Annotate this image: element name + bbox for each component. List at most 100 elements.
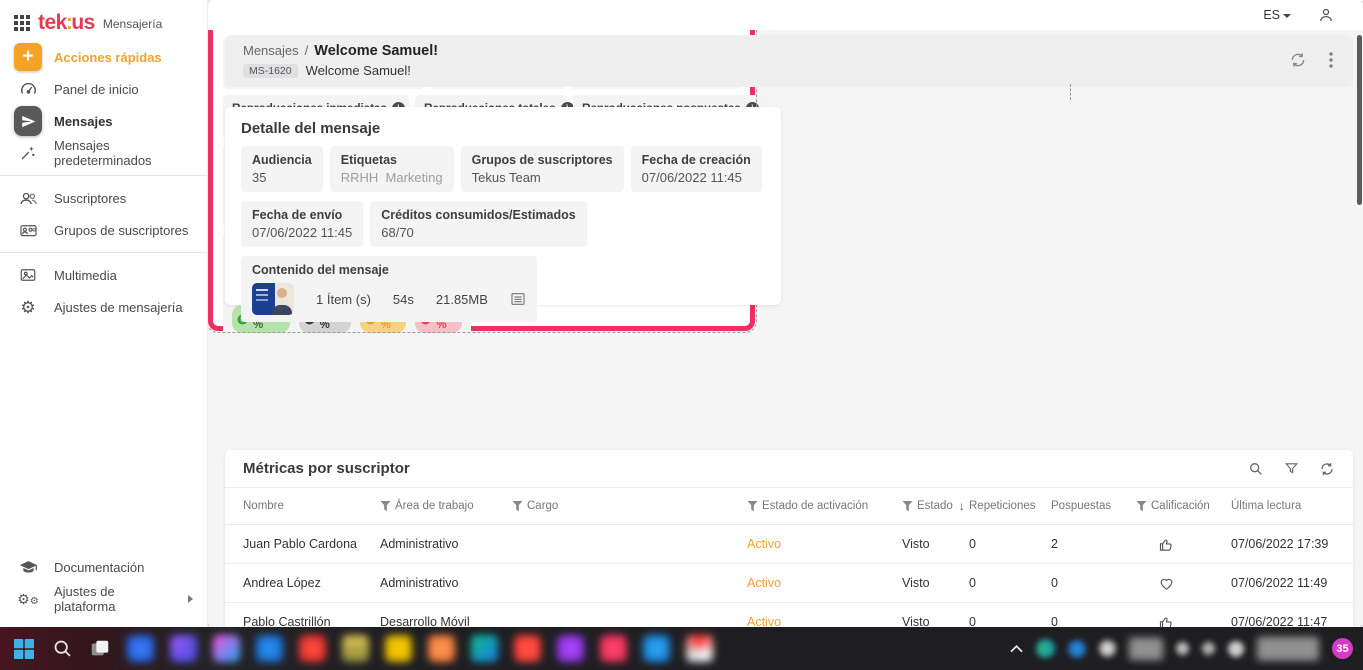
field-contenido-del-mensaje: Contenido del mensaje 1 Ítem (s) 54s 21.… [241, 256, 537, 322]
cell-status: Visto [902, 576, 969, 590]
table-row[interactable]: Pablo Castrillón Desarrollo Móvil Activo… [225, 603, 1353, 627]
column-calificacion[interactable]: Calificación [1136, 500, 1231, 512]
table-row[interactable]: Andrea López Administrativo Activo Visto… [225, 564, 1353, 603]
magic-wand-icon [14, 139, 42, 167]
cell-name: Juan Pablo Cardona [243, 537, 380, 551]
tag: Marketing [386, 170, 443, 185]
top-bar: ES [208, 0, 1363, 30]
user-account-icon[interactable] [1317, 6, 1335, 24]
send-icon [14, 106, 42, 136]
cell-activation: Activo [747, 576, 902, 590]
content-list-icon[interactable] [510, 291, 526, 307]
notification-count-badge[interactable]: 35 [1332, 638, 1353, 659]
message-subtitle: Welcome Samuel! [306, 63, 411, 78]
filter-icon[interactable] [1284, 461, 1299, 476]
cell-status: Visto [902, 537, 969, 551]
taskbar-app-icon[interactable] [256, 635, 283, 662]
taskbar-app-icon[interactable] [127, 635, 154, 662]
sidebar-item-grupos-de-suscriptores[interactable]: Grupos de suscriptores [0, 214, 207, 246]
waffle-menu-icon[interactable] [14, 15, 30, 31]
taskbar-app-icon[interactable] [600, 635, 627, 662]
field-fecha-de-envio: Fecha de envío 07/06/2022 11:45 [241, 201, 363, 247]
taskbar-app-icon[interactable] [557, 635, 584, 662]
field-audiencia: Audiencia 35 [241, 146, 323, 192]
subscriber-groups-icon [14, 216, 42, 244]
kebab-menu-icon[interactable] [1329, 52, 1333, 68]
taskbar-app-icon[interactable] [213, 635, 240, 662]
table-row[interactable]: Juan Pablo Cardona Administrativo Activo… [225, 525, 1353, 564]
cell-postponed: 0 [1051, 615, 1136, 627]
plus-icon [14, 43, 42, 71]
tray-icon[interactable] [1099, 640, 1116, 657]
task-view-icon[interactable] [89, 638, 111, 660]
filter-icon[interactable] [380, 501, 391, 512]
clock-date-blurred[interactable] [1257, 637, 1319, 661]
taskbar-app-icon[interactable] [170, 635, 197, 662]
breadcrumb-parent[interactable]: Mensajes [243, 43, 299, 58]
filter-icon[interactable] [747, 501, 758, 512]
sidebar-item-documentacion[interactable]: Documentación [0, 551, 207, 583]
filter-icon[interactable] [902, 501, 913, 512]
taskbar-app-icon[interactable] [342, 635, 369, 662]
taskbar-app-icon[interactable] [428, 635, 455, 662]
cell-last-read: 07/06/2022 11:49 [1231, 576, 1335, 590]
column-nombre[interactable]: Nombre [243, 500, 380, 512]
tray-chevron-up-icon[interactable] [1010, 644, 1023, 653]
sidebar-item-ajustes-de-plataforma[interactable]: ⚙⚙ Ajustes de plataforma [0, 583, 207, 615]
tag: RRHH [341, 170, 379, 185]
column-area-de-trabajo[interactable]: Área de trabajo [380, 500, 512, 512]
message-id-badge: MS-1620 [243, 64, 298, 78]
breadcrumb-bar: Mensajes / Welcome Samuel! MS-1620 Welco… [225, 35, 1353, 87]
column-estado[interactable]: Estado↓ [902, 499, 969, 513]
sidebar-divider [0, 252, 207, 253]
taskbar-app-icon[interactable] [299, 635, 326, 662]
cell-area: Desarrollo Móvil [380, 615, 512, 627]
sidebar-item-mensajes[interactable]: Mensajes [0, 105, 207, 137]
cell-name: Andrea López [243, 576, 380, 590]
cell-name: Pablo Castrillón [243, 615, 380, 627]
chevron-down-icon [1283, 14, 1291, 18]
sidebar-header: tek:us Mensajería [0, 0, 207, 41]
sidebar-divider [0, 175, 207, 176]
cell-postponed: 2 [1051, 537, 1136, 551]
search-icon[interactable] [1248, 461, 1264, 477]
tray-icon[interactable] [1228, 641, 1244, 657]
tekus-logo: tek:us [38, 12, 95, 33]
sidebar-item-mensajes-predeterminados[interactable]: Mensajes predeterminados [0, 137, 207, 169]
submenu-arrow-icon [188, 595, 193, 603]
tray-icon[interactable] [1202, 642, 1215, 655]
start-button-icon[interactable] [12, 637, 36, 661]
taskbar-search-icon[interactable] [52, 638, 73, 659]
people-icon [14, 184, 42, 212]
refresh-icon[interactable] [1319, 461, 1335, 477]
sidebar-item-ajustes-de-mensajeria[interactable]: ⚙ Ajustes de mensajería [0, 291, 207, 323]
sidebar-item-multimedia[interactable]: Multimedia [0, 259, 207, 291]
thumb-up-icon [1136, 614, 1231, 628]
field-etiquetas: Etiquetas RRHH Marketing [330, 146, 454, 192]
column-repeticiones[interactable]: Repeticiones [969, 500, 1051, 512]
taskbar-app-icon[interactable] [385, 635, 412, 662]
filter-icon[interactable] [1136, 501, 1147, 512]
column-ultima-lectura[interactable]: Última lectura [1231, 500, 1335, 512]
sidebar-item-acciones-rapidas[interactable]: Acciones rápidas [0, 41, 207, 73]
sidebar-item-suscriptores[interactable]: Suscriptores [0, 182, 207, 214]
column-estado-de-activacion[interactable]: Estado de activación [747, 500, 902, 512]
column-cargo[interactable]: Cargo [512, 500, 747, 512]
column-pospuestas[interactable]: Pospuestas [1051, 500, 1136, 512]
tray-icon[interactable] [1036, 639, 1055, 658]
refresh-icon[interactable] [1289, 51, 1307, 69]
tray-icon[interactable] [1176, 642, 1189, 655]
page-scrollbar[interactable] [1357, 35, 1362, 205]
taskbar-app-icon[interactable] [471, 635, 498, 662]
field-grupos-de-suscriptores: Grupos de suscriptores Tekus Team [461, 146, 624, 192]
taskbar-app-icon[interactable] [686, 635, 713, 662]
tray-icon[interactable] [1068, 640, 1086, 658]
sidebar-item-panel-de-inicio[interactable]: Panel de inicio [0, 73, 207, 105]
language-selector[interactable]: ES [1263, 8, 1291, 22]
taskbar-app-icon[interactable] [643, 635, 670, 662]
taskbar-app-icon[interactable] [514, 635, 541, 662]
thumb-up-icon [1136, 536, 1231, 553]
message-thumbnail[interactable] [252, 283, 294, 315]
sort-desc-icon[interactable]: ↓ [959, 499, 965, 513]
filter-icon[interactable] [512, 501, 523, 512]
